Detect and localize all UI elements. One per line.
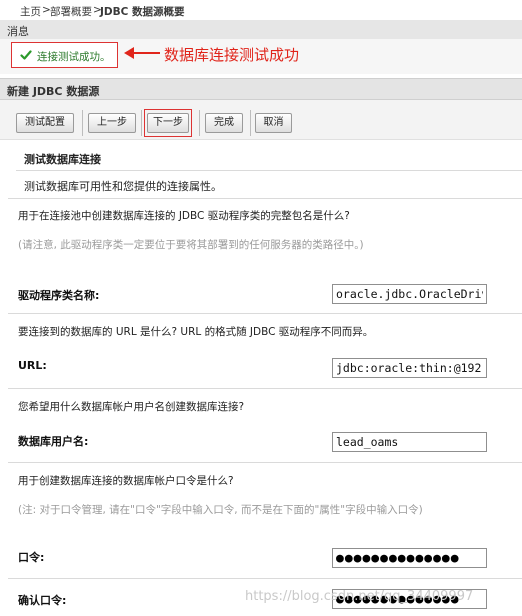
- url-label: URL:: [18, 359, 47, 372]
- url-question: 要连接到的数据库的 URL 是什么? URL 的格式随 JDBC 驱动程序不同而…: [18, 326, 374, 338]
- success-message: 连接测试成功。: [11, 42, 118, 68]
- driver-question: 用于在连接池中创建数据库连接的 JDBC 驱动程序类的完整包名是什么?: [18, 210, 350, 222]
- previous-button[interactable]: 上一步: [88, 113, 136, 133]
- divider: [8, 578, 522, 579]
- divider: [8, 313, 522, 314]
- checkmark-icon: [20, 50, 32, 60]
- panel-title: 新建 JDBC 数据源: [7, 85, 100, 98]
- confirm-password-input[interactable]: [332, 589, 487, 609]
- divider: [8, 388, 522, 389]
- divider: [16, 170, 522, 171]
- password-note: (注: 对于口令管理, 请在"口令"字段中输入口令, 而不是在下面的"属性"字段…: [18, 504, 423, 516]
- cancel-button[interactable]: 取消: [255, 113, 292, 133]
- annotation-text: 数据库连接测试成功: [164, 46, 300, 64]
- toolbar-separator: [199, 110, 200, 136]
- toolbar-separator: [141, 110, 142, 136]
- divider: [8, 462, 522, 463]
- section-title: 测试数据库连接: [24, 153, 101, 166]
- test-config-button[interactable]: 测试配置: [16, 113, 74, 133]
- password-input[interactable]: [332, 548, 487, 568]
- breadcrumb-deploy-summary[interactable]: 部署概要: [50, 4, 92, 19]
- messages-title: 消息: [7, 25, 29, 38]
- panel-header: 新建 JDBC 数据源: [0, 78, 522, 100]
- confirm-password-label: 确认口令:: [18, 594, 67, 607]
- breadcrumb-home[interactable]: 主页: [20, 4, 41, 19]
- success-text: 连接测试成功。: [37, 51, 111, 63]
- toolbar-separator: [82, 110, 83, 136]
- finish-button[interactable]: 完成: [205, 113, 243, 133]
- messages-header: 消息: [0, 20, 522, 39]
- url-input[interactable]: [332, 358, 487, 378]
- arrow-left-icon: [124, 47, 160, 59]
- driver-label: 驱动程序类名称:: [18, 289, 100, 302]
- username-input[interactable]: [332, 432, 487, 452]
- user-question: 您希望用什么数据库帐户用户名创建数据库连接?: [18, 401, 245, 413]
- user-label: 数据库用户名:: [18, 435, 89, 448]
- password-question: 用于创建数据库连接的数据库帐户口令是什么?: [18, 475, 234, 487]
- password-label: 口令:: [18, 551, 45, 564]
- driver-note: (请注意, 此驱动程序类一定要位于要将其部署到的任何服务器的类路径中。): [18, 239, 364, 251]
- breadcrumb: 主页 > 部署概要 > JDBC 数据源概要: [0, 0, 522, 20]
- breadcrumb-jdbc-summary[interactable]: JDBC 数据源概要: [100, 4, 185, 19]
- toolbar-separator: [250, 110, 251, 136]
- next-button[interactable]: 下一步: [147, 113, 189, 133]
- section-description: 测试数据库可用性和您提供的连接属性。: [24, 180, 222, 193]
- divider: [8, 198, 522, 199]
- driver-class-input[interactable]: [332, 284, 487, 304]
